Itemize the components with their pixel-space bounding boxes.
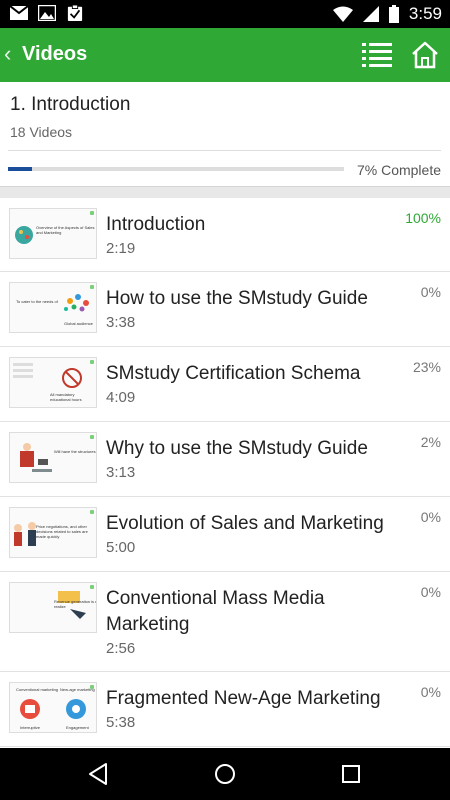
- section-title: 1. Introduction: [10, 94, 131, 115]
- progress-bar: [8, 167, 344, 171]
- recents-square-icon[interactable]: [338, 761, 364, 787]
- video-thumbnail[interactable]: All mandatory educational hours: [9, 357, 97, 408]
- video-progress-percent: 100%: [405, 210, 441, 226]
- video-duration: 2:56: [106, 640, 136, 657]
- video-title[interactable]: Fragmented New-Age Marketing: [106, 686, 406, 712]
- video-duration: 5:00: [106, 539, 136, 556]
- thumbnail-caption: Price negotiations, and other decisions …: [36, 524, 88, 539]
- video-thumbnail[interactable]: Conventional marketing New-age marketing I…: [9, 682, 97, 733]
- video-duration: 3:38: [106, 314, 136, 331]
- thumbnail-caption: Will have the structures: [54, 449, 96, 454]
- clock-time: 3:59: [408, 4, 442, 23]
- navigation-bar: [0, 748, 450, 800]
- watched-indicator: [90, 585, 94, 589]
- progress-fill: [8, 167, 32, 171]
- video-duration: 5:38: [106, 714, 136, 731]
- video-duration: 4:09: [106, 389, 136, 406]
- video-thumbnail[interactable]: Price negotiations, and other decisions …: [9, 507, 97, 558]
- home-circle-icon[interactable]: [212, 761, 238, 787]
- back-chevron-icon[interactable]: ‹: [4, 42, 11, 66]
- video-item[interactable]: Price negotiations, and other decisions …: [0, 497, 450, 572]
- app-bar: ‹ Videos: [0, 28, 450, 82]
- video-duration: 3:13: [106, 464, 136, 481]
- video-title[interactable]: Conventional Mass Media Marketing: [106, 586, 406, 638]
- video-thumbnail[interactable]: Revenue generation is easy to realize: [9, 582, 97, 633]
- video-progress-percent: 0%: [420, 584, 441, 600]
- thumbnail-caption: Revenue generation is easy to realize: [54, 599, 96, 609]
- clipboard-check-icon: [67, 5, 83, 21]
- thumbnail-caption-secondary: Global audience: [64, 321, 93, 326]
- notification-icons: [10, 5, 84, 21]
- video-item[interactable]: Will have the structures Why to use the S…: [0, 422, 450, 497]
- status-bar: 3:59: [0, 0, 450, 28]
- video-progress-percent: 0%: [420, 284, 441, 300]
- video-item[interactable]: To cater to the needs of Global audience H…: [0, 272, 450, 347]
- wifi-icon: [332, 6, 353, 22]
- watched-indicator: [90, 211, 94, 215]
- image-icon: [38, 5, 56, 21]
- thumbnail-caption: All mandatory educational hours: [50, 392, 82, 402]
- thumbnail-caption: Overview of the Aspects of Sales and Mar…: [36, 225, 95, 235]
- thumbnail-caption: To cater to the needs of: [16, 299, 58, 304]
- thumbnail-caption-right: Engagement: [66, 725, 89, 730]
- video-item[interactable]: Revenue generation is easy to realize Con…: [0, 572, 450, 672]
- watched-indicator: [90, 510, 94, 514]
- watched-indicator: [90, 435, 94, 439]
- video-thumbnail[interactable]: Overview of the Aspects of Sales and Mar…: [9, 208, 97, 259]
- system-icons: 3:59: [332, 4, 442, 24]
- video-progress-percent: 0%: [420, 684, 441, 700]
- video-list[interactable]: Overview of the Aspects of Sales and Mar…: [0, 198, 450, 747]
- video-item[interactable]: Overview of the Aspects of Sales and Mar…: [0, 198, 450, 272]
- battery-icon: [388, 5, 399, 23]
- video-item[interactable]: All mandatory educational hours SMstudy C…: [0, 347, 450, 422]
- app-title[interactable]: Videos: [22, 43, 87, 66]
- thumb-art: [20, 443, 52, 472]
- video-thumbnail[interactable]: To cater to the needs of Global audience: [9, 282, 97, 333]
- progress-label: 7% Complete: [356, 162, 441, 178]
- video-title[interactable]: Introduction: [106, 212, 406, 238]
- video-title[interactable]: Evolution of Sales and Marketing: [106, 511, 406, 537]
- video-progress-percent: 0%: [420, 509, 441, 525]
- gmail-icon: [10, 5, 28, 20]
- thumbnail-caption-left: Interruptive: [20, 725, 41, 730]
- video-title[interactable]: How to use the SMstudy Guide: [106, 286, 406, 312]
- section-separator: [0, 186, 450, 198]
- section-header: 1. Introduction 18 Videos 7% Complete: [0, 82, 450, 186]
- back-icon[interactable]: [86, 761, 112, 787]
- video-thumbnail[interactable]: Will have the structures: [9, 432, 97, 483]
- video-count: 18 Videos: [10, 124, 73, 140]
- video-item[interactable]: Conventional marketing New-age marketing I…: [0, 672, 450, 747]
- video-progress-percent: 23%: [412, 359, 441, 375]
- signal-icon: [362, 6, 379, 22]
- watched-indicator: [90, 285, 94, 289]
- video-title[interactable]: Why to use the SMstudy Guide: [106, 436, 406, 462]
- video-title[interactable]: SMstudy Certification Schema: [106, 361, 406, 387]
- watched-indicator: [90, 685, 94, 689]
- home-icon[interactable]: [410, 40, 440, 70]
- watched-indicator: [90, 360, 94, 364]
- list-menu-icon[interactable]: [362, 41, 392, 69]
- video-duration: 2:19: [106, 240, 136, 257]
- video-progress-percent: 2%: [420, 434, 441, 450]
- divider: [8, 150, 441, 151]
